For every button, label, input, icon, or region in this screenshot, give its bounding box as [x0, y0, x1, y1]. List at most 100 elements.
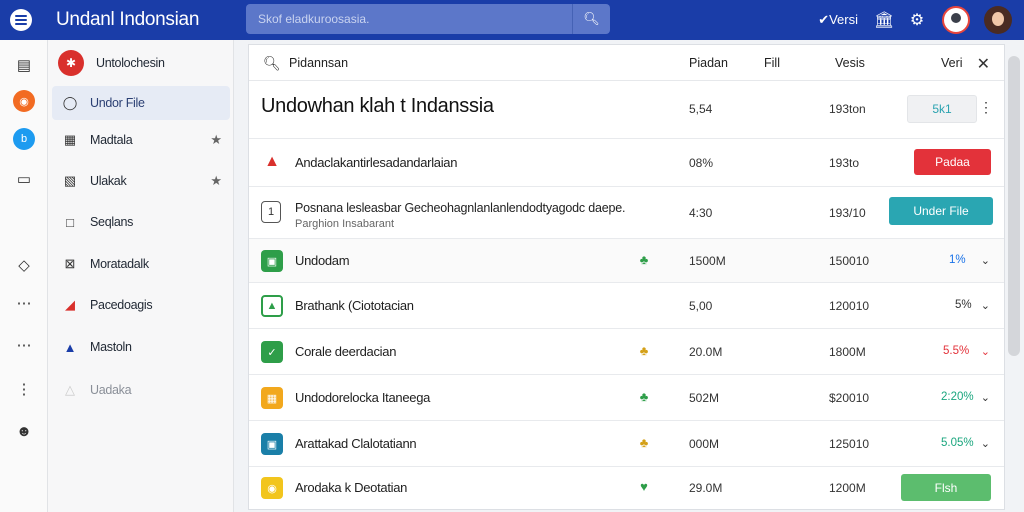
- percent-value: 2:20%: [941, 391, 974, 403]
- row-name: Arattakad Clalotatiann: [295, 436, 417, 451]
- cell-value: 5,00: [689, 299, 713, 313]
- sidebar-item-mastoln[interactable]: ▲ Mastoln: [52, 330, 230, 364]
- app-icon: ◉: [261, 477, 283, 499]
- row-subtext: Parghion Insabarant: [295, 218, 395, 230]
- sidebar-item-madtala[interactable]: ▦ Madtala ★: [52, 123, 230, 157]
- rss-icon[interactable]: ◉: [13, 90, 35, 112]
- table-row[interactable]: ▣ Undodam ♣ 1500M 150010 1% ⌄: [249, 239, 1004, 283]
- global-search[interactable]: Skof eladkuroosasia. 🔍︎: [246, 4, 610, 34]
- sidebar-item-seqlans[interactable]: □ Seqlans: [52, 205, 230, 239]
- table-search-label[interactable]: Pidannsan: [289, 56, 348, 70]
- plant-icon: ♣: [639, 343, 649, 358]
- cell-value: 1800M: [829, 345, 866, 359]
- percent-value: 5.05%: [941, 437, 974, 449]
- sidebar-item-label: Seqlans: [90, 215, 134, 229]
- table-row[interactable]: ▲ Brathank (Ciototacian 5,00 120010 5% ⌄: [249, 283, 1004, 329]
- calculator-icon: ▦: [63, 132, 77, 147]
- app-logo-icon[interactable]: [10, 9, 32, 31]
- flash-button[interactable]: Flsh: [901, 474, 991, 501]
- more-vertical-icon[interactable]: ⋮: [13, 378, 35, 400]
- table-row[interactable]: ✓ Corale deerdacian ♣ 20.0M 1800M 5.5% ⌄: [249, 329, 1004, 375]
- more-horizontal-icon[interactable]: ⋯: [13, 292, 35, 314]
- row-name: Corale deerdacian: [295, 344, 397, 359]
- file-icon: 1: [261, 201, 281, 223]
- row-name: Andaclakantirlesadandarlaian: [295, 155, 458, 170]
- app-icon: ▣: [261, 433, 283, 455]
- percent-value: 5.5%: [943, 345, 970, 357]
- sidebar-item-moratadalk[interactable]: ⊠ Moratadalk: [52, 247, 230, 281]
- search-icon[interactable]: 🔍︎: [263, 55, 281, 72]
- table-row[interactable]: ▲ Andaclakantirlesadandarlaian 08% 193to…: [249, 139, 1004, 187]
- cell-value: 29.0M: [689, 481, 723, 495]
- mushroom-icon: ▲: [264, 153, 280, 170]
- chevron-down-icon[interactable]: ⌄: [981, 299, 990, 312]
- row-name: Brathank (Ciototacian: [295, 298, 414, 313]
- chevron-down-icon[interactable]: ⌄: [981, 437, 990, 450]
- bing-icon[interactable]: b: [13, 128, 35, 150]
- version-button[interactable]: 5k1: [907, 95, 977, 123]
- row-name: Undodorelocka Itaneega: [295, 390, 431, 405]
- star-icon[interactable]: ★: [210, 173, 222, 189]
- sidebar-item-uadaka[interactable]: △ Uadaka: [52, 373, 230, 407]
- scrollbar[interactable]: [1008, 56, 1020, 356]
- app-title: Undanl Indonsian: [56, 9, 200, 30]
- cell-value: 502M: [689, 391, 720, 405]
- user-icon[interactable]: ☻: [13, 420, 35, 442]
- row-name: Arodaka k Deotatian: [295, 480, 408, 495]
- column-header-2[interactable]: Fill: [764, 56, 780, 70]
- row-description: Posnana lesleasbar Gecheohagnlanlanlendo…: [295, 201, 626, 215]
- cell-value: 193to: [829, 156, 860, 170]
- plant-icon: ♣: [639, 252, 649, 267]
- app-icon: ▣: [261, 250, 283, 272]
- cell-value: 193ton: [829, 102, 866, 116]
- leaf-icon: ♥: [640, 479, 648, 494]
- versions-link[interactable]: ✔Versi: [818, 12, 858, 28]
- table-row[interactable]: ▦ Undodorelocka Itaneega ♣ 502M $20010 2…: [249, 375, 1004, 421]
- column-header-3[interactable]: Vesis: [835, 56, 865, 70]
- sidebar-item-label: Untolochesin: [96, 56, 165, 70]
- search-input[interactable]: Skof eladkuroosasia.: [246, 12, 572, 26]
- account-avatar[interactable]: [942, 6, 970, 34]
- document-icon[interactable]: ▤: [13, 54, 35, 76]
- asterisk-icon: ✱: [58, 50, 84, 76]
- table-row[interactable]: 1 Posnana lesleasbar Gecheohagnlanlanlen…: [249, 187, 1004, 239]
- sidebar-item-label: Ulakak: [90, 174, 127, 188]
- more-vertical-icon[interactable]: ⋮: [979, 99, 993, 116]
- page-title: Undowhan klah t Indanssia: [261, 95, 494, 117]
- circle-icon: ◯: [62, 95, 78, 110]
- close-icon[interactable]: ✕: [977, 54, 990, 74]
- row-name: Undodam: [295, 253, 350, 268]
- sidebar-item-ulakak[interactable]: ▧ Ulakak ★: [52, 164, 230, 198]
- back-icon: ⊠: [64, 256, 76, 271]
- sidebar-item-pacedoagis[interactable]: ◢ Pacedoagis: [52, 288, 230, 322]
- percent-value: 1%: [949, 254, 966, 266]
- cell-value: 000M: [689, 437, 720, 451]
- cell-value: 5,54: [689, 102, 713, 116]
- table-row[interactable]: ◉ Arodaka k Deotatian ♥ 29.0M 1200M Flsh: [249, 467, 1004, 510]
- cell-value: 1500M: [689, 254, 726, 268]
- sidebar-item-label: Pacedoagis: [90, 298, 153, 312]
- cell-value: 120010: [829, 299, 870, 313]
- crop-icon[interactable]: ▭: [13, 168, 35, 190]
- chevron-down-icon[interactable]: ⌄: [981, 391, 990, 404]
- chevron-down-icon[interactable]: ⌄: [981, 345, 990, 358]
- sidebar-item-undor-file[interactable]: ◯ Undor File: [52, 86, 230, 120]
- under-file-button[interactable]: Under File: [889, 197, 993, 225]
- action-button[interactable]: Padaa: [914, 149, 991, 175]
- app-icon: ▦: [261, 387, 283, 409]
- faded-icon: △: [65, 382, 75, 397]
- cell-value: 1200M: [829, 481, 866, 495]
- column-header-4[interactable]: Veri: [941, 56, 963, 70]
- star-icon[interactable]: ★: [210, 132, 222, 148]
- sidebar-item-untolochesin[interactable]: ✱ Untolochesin: [52, 46, 230, 80]
- user-avatar[interactable]: [984, 6, 1012, 34]
- more-horizontal-icon[interactable]: ⋯: [13, 334, 35, 356]
- column-header-1[interactable]: Piadan: [689, 56, 728, 70]
- tag-icon[interactable]: ◇: [13, 254, 35, 276]
- chevron-down-icon[interactable]: ⌄: [981, 254, 990, 267]
- search-icon[interactable]: 🔍︎: [572, 4, 610, 34]
- gear-icon[interactable]: ⚙: [908, 10, 926, 30]
- building-icon[interactable]: 🏛︎: [874, 10, 894, 30]
- main-panel: 🔍︎ Pidannsan Piadan Fill Vesis Veri ✕ Un…: [248, 44, 1005, 510]
- table-row[interactable]: ▣ Arattakad Clalotatiann ♣ 000M 125010 5…: [249, 421, 1004, 467]
